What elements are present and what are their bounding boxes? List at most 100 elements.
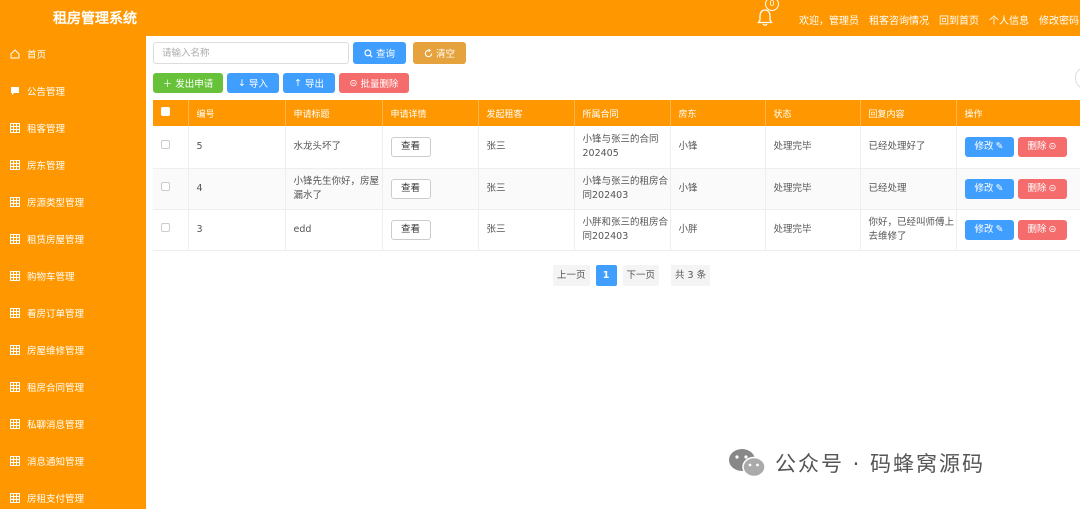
- title-cell: edd: [285, 209, 383, 251]
- reply-cell: 你好，已经叫师傅上去维修了: [860, 209, 957, 251]
- next-page-button[interactable]: 下一页: [622, 265, 660, 286]
- export-label: 导出: [304, 79, 324, 90]
- scroll-handle[interactable]: [1075, 66, 1080, 90]
- sidebar-item-home[interactable]: 首页: [0, 36, 146, 72]
- select-all-checkbox[interactable]: [161, 107, 170, 116]
- grid-icon: [10, 492, 20, 503]
- clear-button[interactable]: 清空: [413, 42, 466, 64]
- sidebar-item-notification[interactable]: 消息通知管理: [0, 442, 146, 479]
- sidebar-item-label: 购物车管理: [27, 271, 75, 283]
- change-password-link[interactable]: 修改密码: [1039, 12, 1079, 27]
- grid-icon: [10, 233, 20, 244]
- arrow-up-icon: ↑: [294, 77, 302, 89]
- sidebar-item-landlord[interactable]: 房东管理: [0, 146, 146, 183]
- sidebar-item-repair[interactable]: 房屋维修管理: [0, 331, 146, 368]
- sidebar-item-private-message[interactable]: 私聊消息管理: [0, 405, 146, 442]
- edit-button[interactable]: 修改 ✎: [964, 136, 1014, 157]
- delete-button[interactable]: 删除 ⊝: [1017, 219, 1067, 240]
- id-cell: 4: [188, 168, 286, 210]
- sidebar-item-label: 消息通知管理: [27, 456, 85, 468]
- profile-link[interactable]: 个人信息: [989, 12, 1029, 27]
- grid-icon: [10, 159, 20, 170]
- wechat-icon: [729, 449, 766, 478]
- search-icon: [364, 48, 373, 58]
- sidebar-item-announcement[interactable]: 公告管理: [0, 72, 146, 109]
- sidebar-item-rent-payment[interactable]: 房租支付管理: [0, 479, 146, 509]
- prev-page-button[interactable]: 上一页: [553, 265, 590, 286]
- page-number-button[interactable]: 1: [595, 265, 617, 286]
- detail-cell: 查看: [382, 209, 479, 251]
- grid-icon: [10, 122, 20, 133]
- query-button[interactable]: 查询: [353, 42, 406, 64]
- edit-button[interactable]: 修改 ✎: [964, 178, 1014, 199]
- batch-delete-button[interactable]: ⊝ 批量删除: [339, 73, 409, 93]
- import-button[interactable]: ↓ 导入: [227, 73, 279, 93]
- row-checkbox[interactable]: [161, 222, 170, 232]
- edit-icon: ✎: [995, 223, 1004, 235]
- import-label: 导入: [248, 79, 268, 90]
- reply-cell: 已经处理好了: [860, 126, 957, 169]
- sidebar-item-label: 房源类型管理: [27, 197, 85, 209]
- notification-badge: 0: [765, 0, 779, 11]
- column-header: 编号: [188, 100, 286, 126]
- landlord-cell: 小锋: [670, 168, 766, 210]
- contract-cell: 小锋与张三的租房合同202403: [574, 168, 671, 210]
- column-header: 回复内容: [860, 100, 957, 126]
- row-checkbox[interactable]: [161, 139, 170, 149]
- detail-cell: 查看: [382, 168, 479, 210]
- sidebar-item-tenant[interactable]: 租客管理: [0, 109, 146, 146]
- watermark: 公众号 · 码蜂窝源码: [727, 447, 985, 479]
- delete-label: 删除: [1027, 182, 1047, 194]
- sidebar-item-label: 房租支付管理: [27, 493, 85, 505]
- row-select-cell[interactable]: [153, 168, 189, 210]
- table-row: 5 水龙头坏了 查看 张三 小锋与张三的合同202405 小锋 处理完毕 已经处…: [153, 126, 1080, 169]
- edit-button[interactable]: 修改 ✎: [964, 219, 1014, 240]
- sidebar-item-cart[interactable]: 购物车管理: [0, 257, 146, 294]
- delete-button[interactable]: 删除 ⊝: [1017, 178, 1067, 199]
- tenant-cell: 张三: [478, 168, 575, 210]
- actions-cell: 修改 ✎ 删除 ⊝: [956, 209, 1080, 251]
- view-button[interactable]: 查看: [390, 219, 431, 240]
- row-select-cell[interactable]: [153, 126, 189, 169]
- status-cell: 处理完毕: [765, 168, 861, 210]
- chat-icon: [11, 86, 19, 95]
- back-home-link[interactable]: 回到首页: [939, 12, 979, 27]
- sidebar-item-label: 租客管理: [27, 123, 66, 135]
- column-header: 操作: [956, 100, 1080, 126]
- delete-button[interactable]: 删除 ⊝: [1017, 136, 1067, 157]
- grid-icon: [10, 381, 20, 392]
- sidebar-item-contract[interactable]: 租房合同管理: [0, 368, 146, 405]
- edit-icon: ✎: [995, 182, 1004, 194]
- tenant-cell: 张三: [478, 126, 575, 169]
- export-button[interactable]: ↑ 导出: [283, 73, 335, 93]
- view-button[interactable]: 查看: [390, 136, 431, 157]
- sidebar-item-house-type[interactable]: 房源类型管理: [0, 183, 146, 220]
- status-cell: 处理完毕: [765, 209, 861, 251]
- grid-icon: [10, 196, 20, 207]
- title-cell: 水龙头坏了: [285, 126, 383, 169]
- sidebar-item-label: 首页: [27, 50, 47, 61]
- column-header: 所属合同: [574, 100, 671, 126]
- sidebar-item-label: 房屋维修管理: [27, 345, 85, 357]
- status-cell: 处理完毕: [765, 126, 861, 169]
- search-input[interactable]: [153, 42, 349, 64]
- app-title: 租房管理系统: [53, 11, 137, 27]
- grid-icon: [10, 455, 20, 466]
- tenant-consult-link[interactable]: 租客咨询情况: [869, 12, 929, 27]
- arrow-down-icon: ↓: [238, 77, 246, 89]
- table-row: 4 小锋先生你好，房屋漏水了 查看 张三 小锋与张三的租房合同202403 小锋…: [153, 168, 1080, 210]
- row-checkbox[interactable]: [161, 181, 170, 191]
- column-header: 发起租客: [478, 100, 575, 126]
- row-select-cell[interactable]: [153, 209, 189, 251]
- sidebar-item-viewing-order[interactable]: 看房订单管理: [0, 294, 146, 331]
- sidebar-item-label: 私聊消息管理: [27, 419, 85, 431]
- select-all-cell[interactable]: [153, 100, 189, 126]
- sidebar-item-rental-house[interactable]: 租赁房屋管理: [0, 220, 146, 257]
- bell-icon[interactable]: [757, 9, 773, 27]
- edit-icon: ✎: [995, 140, 1004, 152]
- circle-minus-icon: ⊝: [1048, 182, 1057, 194]
- add-request-button[interactable]: ＋ 发出申请: [153, 73, 223, 93]
- sidebar-item-label: 公告管理: [27, 86, 66, 98]
- grid-icon: [10, 270, 20, 281]
- view-button[interactable]: 查看: [390, 178, 431, 199]
